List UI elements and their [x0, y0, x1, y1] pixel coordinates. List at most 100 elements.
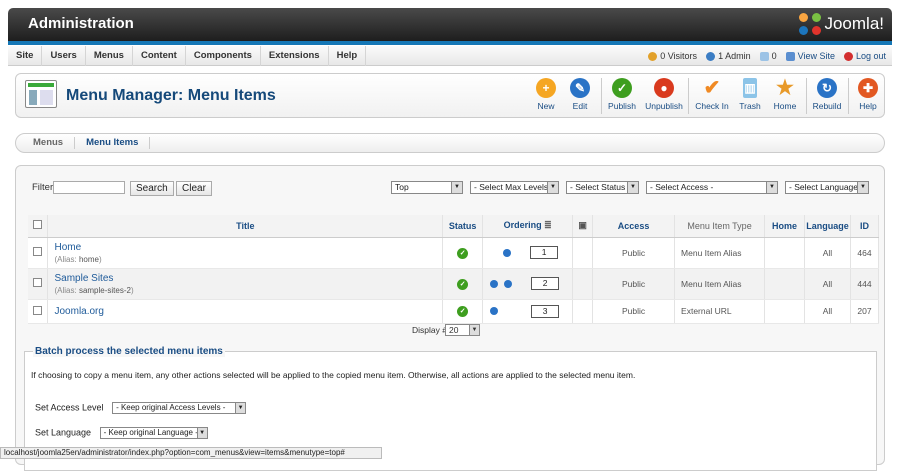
visitors-status: 0 Visitors — [648, 51, 697, 61]
language-select[interactable]: - Select Language - ▼ — [785, 181, 869, 194]
chevron-down-icon: ▼ — [469, 325, 479, 335]
menu-help[interactable]: Help — [329, 45, 367, 66]
table-row: Joomla.org ✓ 3 Public External URL All 2… — [28, 299, 880, 324]
select-all-checkbox[interactable] — [33, 220, 43, 230]
item-title-link[interactable]: Home — [54, 242, 81, 253]
move-down-icon[interactable] — [504, 279, 513, 288]
monitor-icon — [785, 51, 795, 61]
admin-icon — [706, 51, 716, 61]
tab-menus[interactable]: Menus — [22, 137, 76, 149]
help-button[interactable]: ✚ Help — [850, 78, 886, 116]
move-down-icon[interactable] — [503, 248, 512, 257]
main-menubar: Site Users Menus Content Components Exte… — [8, 45, 892, 66]
item-title-link[interactable]: Joomla.org — [54, 306, 103, 317]
order-input[interactable]: 1 — [530, 246, 559, 259]
published-icon[interactable]: ✓ — [457, 278, 469, 290]
menu-manager-icon — [25, 80, 57, 108]
page-title: Menu Manager: Menu Items — [66, 87, 276, 104]
access-cell: Public — [592, 237, 676, 269]
order-input[interactable]: 2 — [531, 277, 560, 290]
item-alias: (Alias: sample-sites-2) — [54, 285, 134, 295]
menu-menus[interactable]: Menus — [86, 45, 133, 66]
language-cell: All — [804, 299, 851, 324]
save-order-icon: ▣ — [578, 220, 587, 231]
status-header[interactable]: Status — [442, 215, 484, 238]
save-order-header[interactable]: ▣ — [572, 215, 594, 238]
published-icon[interactable]: ✓ — [457, 247, 469, 259]
rebuild-button[interactable]: ↻ Rebuild — [809, 78, 845, 116]
pencil-icon: ✎ — [570, 78, 590, 98]
joomla-logo-icon — [799, 13, 822, 35]
select-all-header — [28, 215, 49, 238]
batch-language-select[interactable]: - Keep original Language - ▼ — [99, 427, 208, 439]
access-header[interactable]: Access — [592, 215, 676, 238]
move-up-icon[interactable] — [490, 279, 499, 288]
ordering-header[interactable]: Ordering ≣ — [482, 215, 574, 238]
access-cell: Public — [592, 299, 676, 324]
type-cell: Menu Item Alias — [674, 268, 765, 300]
status-select[interactable]: - Select Status - ▼ — [566, 181, 639, 194]
checkmark-icon: ✔ — [703, 77, 721, 99]
order-input[interactable]: 3 — [531, 304, 560, 318]
item-title-link[interactable]: Sample Sites — [54, 273, 113, 284]
title-header[interactable]: Title — [47, 215, 444, 238]
logout-icon — [843, 51, 853, 61]
max-levels-select[interactable]: - Select Max Levels - ▼ — [470, 181, 559, 194]
messages-status[interactable]: 0 — [759, 51, 777, 61]
clear-button[interactable]: Clear — [176, 181, 212, 196]
menu-site[interactable]: Site — [8, 45, 43, 66]
tab-menu-items[interactable]: Menu Items — [75, 137, 151, 149]
menutype-select[interactable]: Top ▼ — [391, 181, 463, 194]
home-header[interactable]: Home — [764, 215, 805, 238]
access-select[interactable]: - Select Access - ▼ — [646, 181, 778, 194]
language-cell: All — [804, 268, 851, 300]
trash-button[interactable]: ▥ Trash — [732, 78, 768, 116]
language-label: Set Language — [35, 427, 92, 438]
home-button[interactable]: ★ Home — [767, 78, 803, 116]
type-cell: Menu Item Alias — [674, 237, 765, 269]
table-row: Home (Alias: home) ✓ 1 Public Menu Item A… — [28, 237, 880, 269]
move-up-icon[interactable] — [490, 307, 499, 316]
row-checkbox[interactable] — [33, 247, 43, 256]
row-checkbox[interactable] — [33, 305, 43, 315]
id-cell: 444 — [850, 268, 880, 300]
menu-components[interactable]: Components — [186, 45, 261, 66]
chevron-down-icon: ▼ — [547, 182, 558, 193]
display-limit-select[interactable]: 20 ▼ — [445, 324, 480, 336]
filter-search-input[interactable] — [53, 181, 125, 194]
refresh-icon: ↻ — [817, 78, 837, 98]
language-header[interactable]: Language — [804, 215, 851, 238]
view-site-link[interactable]: View Site — [785, 51, 835, 61]
logout-link[interactable]: Log out — [843, 51, 886, 61]
chevron-down-icon: ▼ — [857, 182, 868, 193]
published-icon[interactable]: ✓ — [457, 306, 469, 317]
message-icon — [759, 51, 769, 61]
joomla-logo[interactable]: Joomla! — [799, 12, 884, 36]
row-checkbox[interactable] — [33, 278, 43, 287]
chevron-down-icon: ▼ — [766, 182, 777, 193]
batch-access-select[interactable]: - Keep original Access Levels - ▼ — [112, 402, 247, 414]
unpublish-button[interactable]: ● Unpublish — [644, 78, 684, 116]
new-button[interactable]: + New — [528, 78, 564, 116]
admin-status: 1 Admin — [706, 51, 751, 61]
menu-content[interactable]: Content — [133, 45, 186, 66]
language-cell: All — [804, 237, 851, 269]
search-button[interactable]: Search — [130, 181, 174, 196]
toolbar-box: Menu Manager: Menu Items + New ✎ Edit ✓ Pub… — [15, 73, 885, 118]
batch-language-row: Set Language - Keep original Language - ▼ — [35, 427, 208, 439]
type-header: Menu Item Type — [674, 215, 765, 238]
submenu-tabs: Menus Menu Items — [15, 133, 885, 153]
edit-button[interactable]: ✎ Edit — [562, 78, 598, 116]
id-header[interactable]: ID — [850, 215, 880, 238]
star-icon: ★ — [776, 77, 794, 99]
publish-button[interactable]: ✓ Publish — [604, 78, 640, 116]
display-label: Display # — [412, 325, 447, 335]
table-row: Sample Sites (Alias: sample-sites-2) ✓ 2 … — [28, 268, 880, 300]
chevron-down-icon: ▼ — [451, 182, 462, 193]
batch-access-row: Set Access Level - Keep original Access … — [35, 402, 247, 414]
access-cell: Public — [592, 268, 676, 300]
menu-users[interactable]: Users — [42, 45, 86, 66]
menu-extensions[interactable]: Extensions — [261, 45, 329, 66]
checkin-button[interactable]: ✔ Check In — [692, 78, 732, 116]
home-cell — [764, 268, 805, 300]
